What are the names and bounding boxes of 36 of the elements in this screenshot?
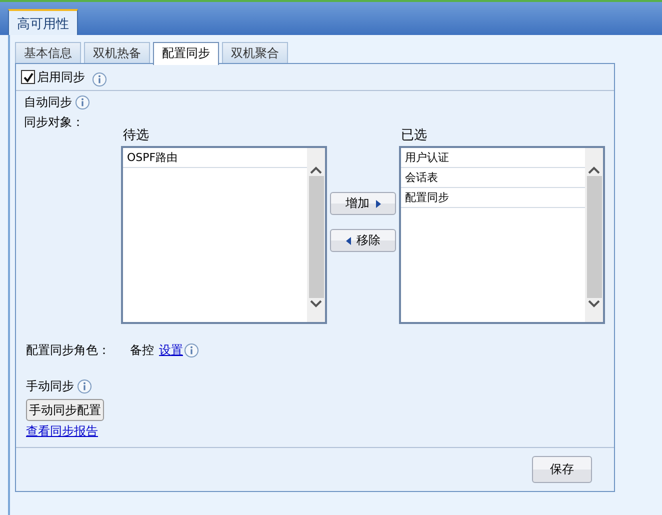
scroll-up-icon[interactable] [310,166,322,174]
settings-link[interactable]: 设置 [159,342,183,358]
info-icon [92,72,107,87]
list-item[interactable]: OSPF路由 [123,148,307,168]
checkbox-label: 启用同步 [37,68,85,86]
role-value: 备控 [130,342,154,358]
checkbox[interactable] [21,70,35,84]
scrollbar[interactable] [307,148,325,322]
info-icon [184,342,199,358]
section-label: 自动同步 [24,94,72,110]
manual-sync-button[interactable]: 手动同步配置 [26,399,104,421]
report-link[interactable]: 查看同步报告 [26,422,98,440]
add-button[interactable]: 增加 [330,192,396,215]
tab[interactable]: 双机聚合 [222,42,288,63]
right-arrow-icon [376,200,380,208]
tab[interactable]: 配置同步 [153,42,219,65]
section-label: 手动同步 [26,378,74,394]
list-item[interactable]: 用户认证 [401,148,585,168]
remove-button[interactable]: 移除 [330,229,396,252]
info-icon [75,94,90,110]
main-tab[interactable]: 高可用性 [8,9,78,35]
list-title: 已选 [400,127,428,145]
list-box[interactable]: 用户认证 会话表 配置同步 [399,146,605,324]
tab[interactable]: 基本信息 [15,42,81,63]
field-label: 配置同步角色： [26,342,111,358]
info-icon [77,378,92,394]
scroll-up-icon[interactable] [588,166,600,174]
save-button[interactable]: 保存 [532,456,592,483]
list-title: 待选 [122,127,150,145]
scroll-down-icon[interactable] [588,300,600,308]
scroll-down-icon[interactable] [310,300,322,308]
left-arrow-icon [346,236,350,244]
field-label: 同步对象： [24,114,84,130]
tab[interactable]: 双机热备 [84,42,150,63]
list-box[interactable]: OSPF路由 [121,146,327,324]
scrollbar[interactable] [585,148,603,322]
